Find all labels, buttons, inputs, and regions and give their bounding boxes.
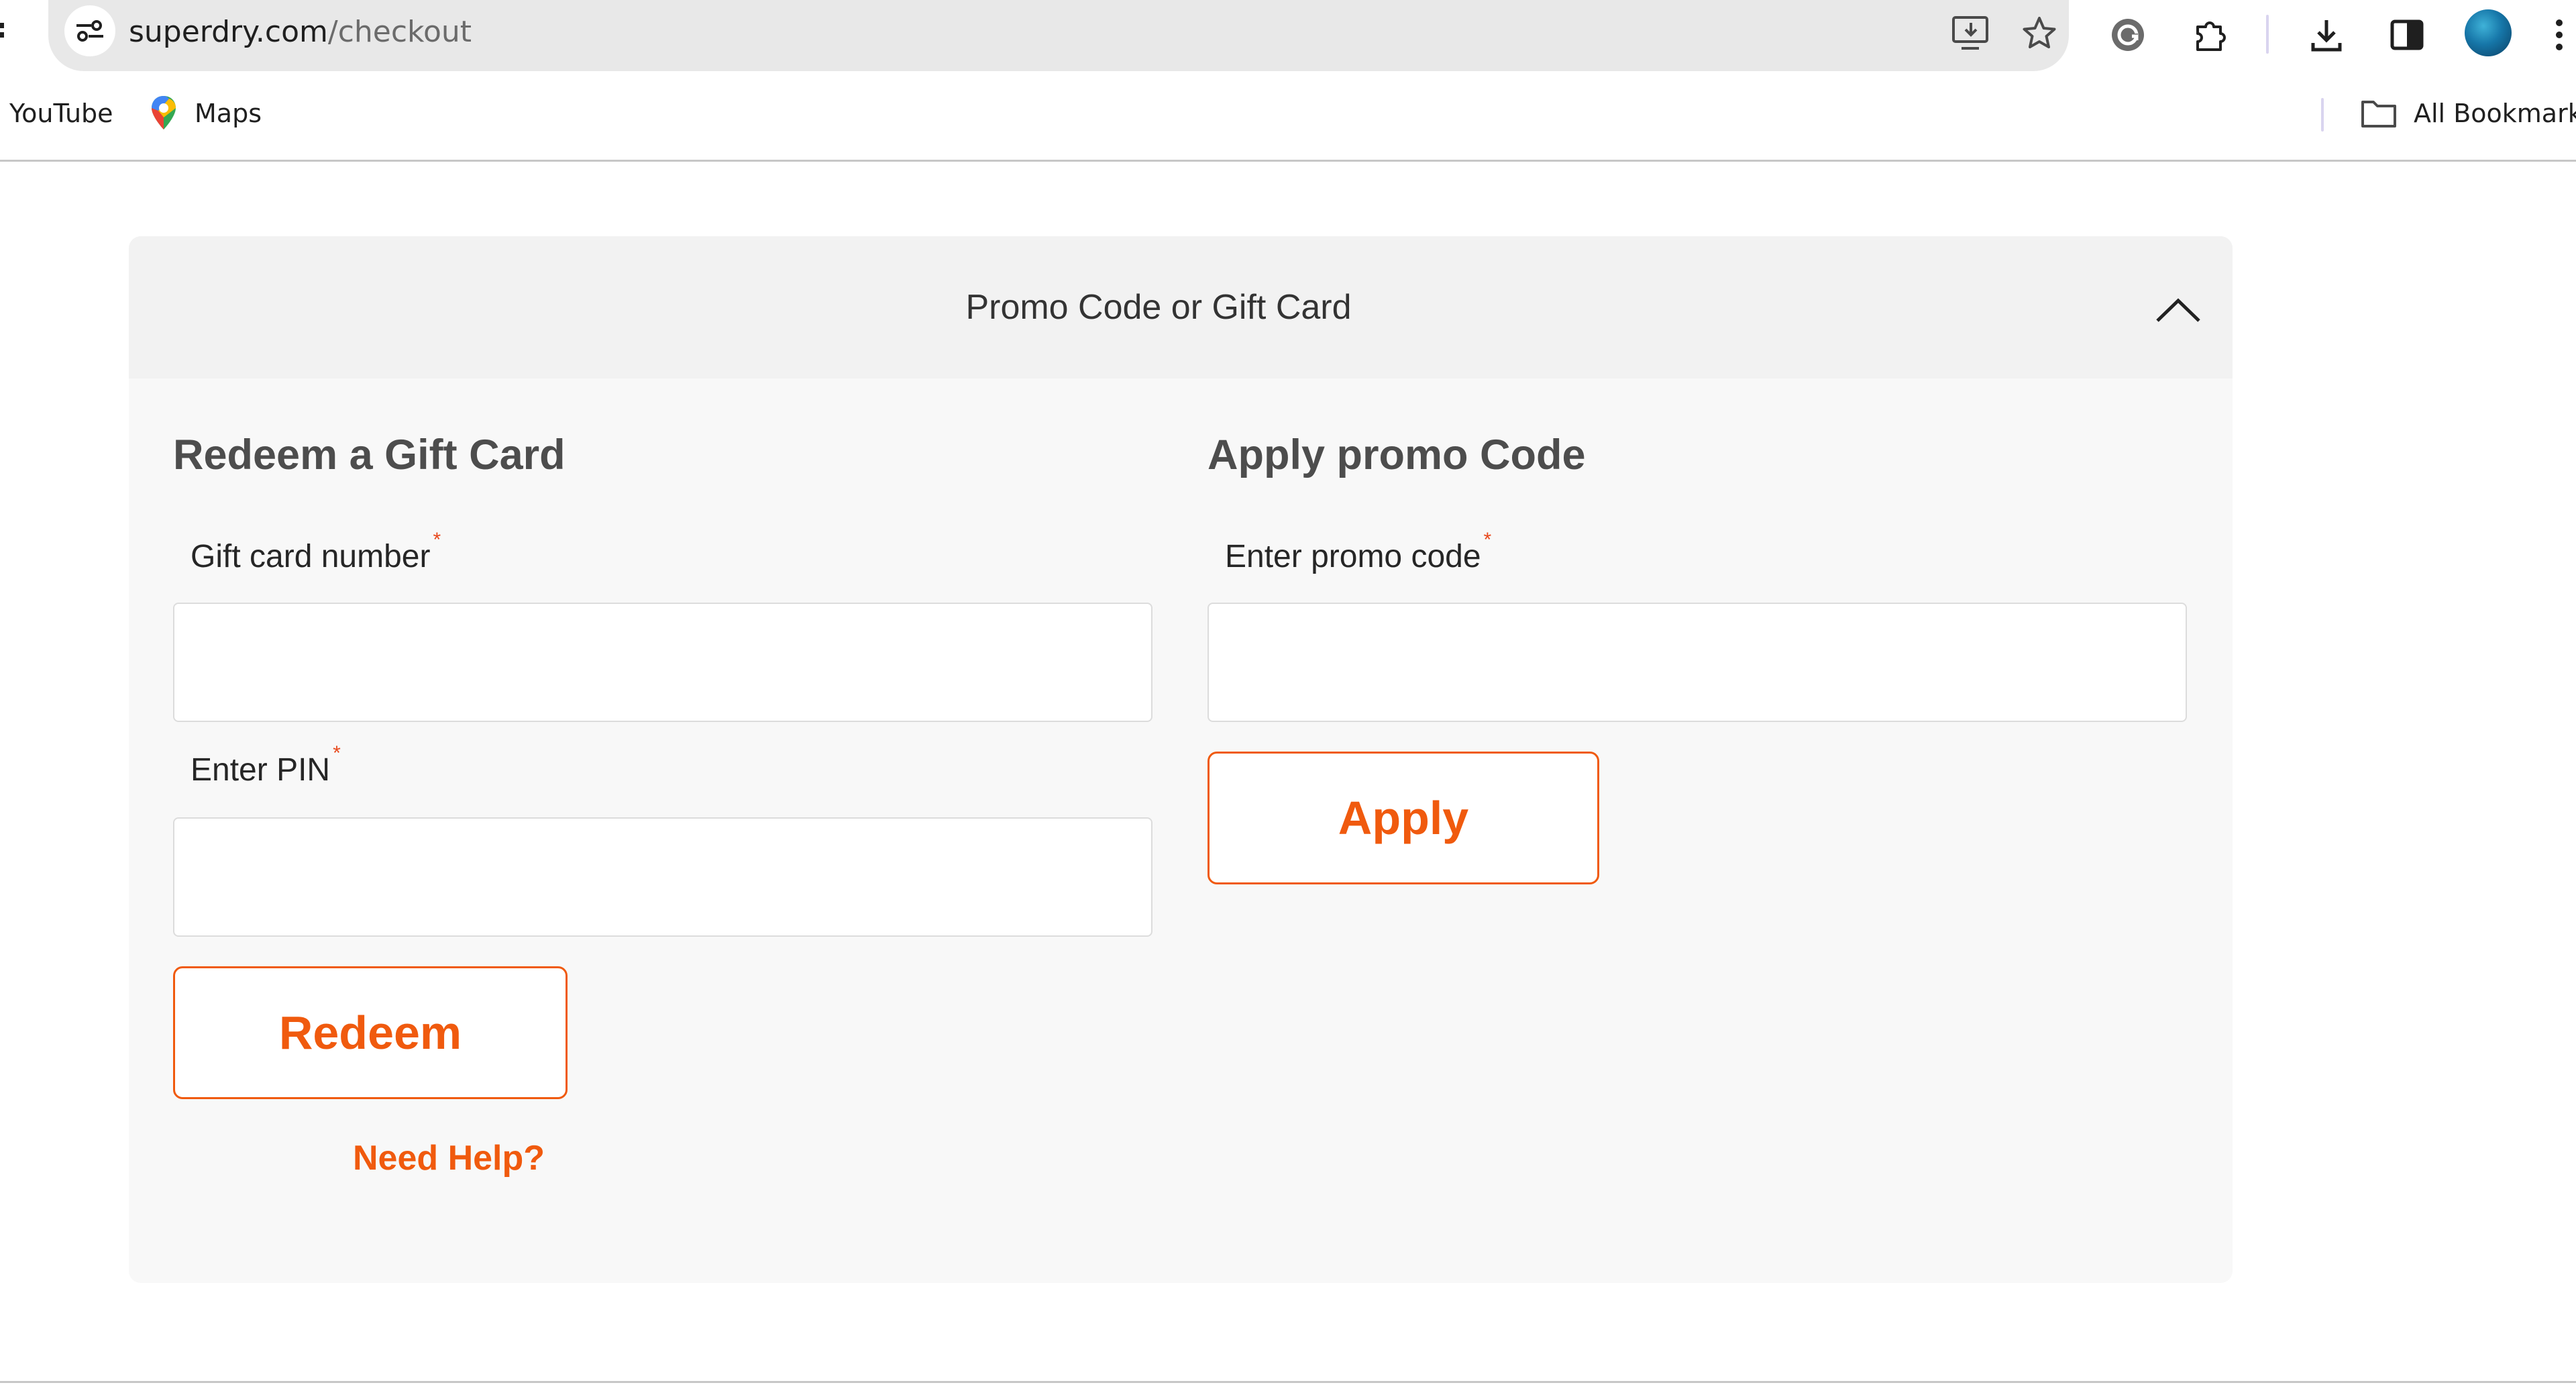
menu-kebab-icon[interactable]: [2542, 9, 2576, 60]
panel-header[interactable]: Promo Code or Gift Card: [129, 236, 2233, 378]
promo-code-label: Enter promo code *: [1225, 529, 1491, 575]
required-asterisk: *: [333, 742, 341, 764]
all-bookmarks-label: All Bookmarks: [2414, 99, 2576, 128]
all-bookmarks[interactable]: All Bookmarks: [2360, 83, 2576, 144]
promo-code-label-text: Enter promo code: [1225, 539, 1481, 574]
url-text[interactable]: superdry.com/checkout: [129, 12, 472, 52]
chevron-up-icon: [2156, 298, 2200, 322]
maps-pin-icon: [152, 96, 176, 130]
url-path: /checkout: [327, 15, 472, 49]
apply-button[interactable]: Apply: [1208, 752, 1599, 884]
tab-edge-icon: [0, 23, 4, 38]
url-host: superdry.com: [129, 15, 328, 49]
download-icon[interactable]: [2301, 9, 2352, 60]
gift-card-number-input[interactable]: [173, 603, 1152, 722]
bookmark-youtube[interactable]: YouTube: [9, 83, 113, 144]
page-bottom-divider: [0, 1381, 2576, 1383]
browser-toolbar: superdry.com/checkout: [0, 0, 2576, 71]
pin-label: Enter PIN *: [191, 742, 341, 788]
panel-title: Promo Code or Gift Card: [965, 288, 1352, 327]
required-asterisk: *: [433, 529, 441, 551]
redeem-button[interactable]: Redeem: [173, 966, 568, 1099]
folder-icon: [2361, 101, 2396, 127]
promo-code-input[interactable]: [1208, 603, 2187, 722]
collapse-button[interactable]: [2141, 282, 2215, 338]
gift-card-number-label-text: Gift card number: [191, 539, 431, 574]
promo-code-heading: Apply promo Code: [1208, 431, 1586, 478]
extensions-icon[interactable]: [2186, 9, 2237, 60]
need-help-link[interactable]: Need Help?: [271, 1138, 627, 1178]
toolbar-divider: [2266, 15, 2269, 54]
address-bar[interactable]: superdry.com/checkout: [48, 0, 2069, 71]
site-settings-icon[interactable]: [64, 5, 115, 56]
chrome-divider: [0, 160, 2576, 162]
pin-input[interactable]: [173, 817, 1152, 937]
bookmark-maps[interactable]: Maps: [149, 83, 262, 144]
grammarly-icon[interactable]: [2102, 9, 2153, 60]
pin-label-text: Enter PIN: [191, 752, 331, 788]
install-app-icon[interactable]: [1947, 9, 1995, 58]
gift-card-number-label: Gift card number *: [191, 529, 441, 575]
profile-avatar[interactable]: [2465, 9, 2512, 56]
bookmark-maps-label: Maps: [195, 99, 262, 128]
bookmarks-bar: YouTube Maps All Bookmarks: [0, 83, 2576, 144]
gift-card-heading: Redeem a Gift Card: [173, 431, 566, 478]
bookmarks-divider: [2321, 98, 2324, 132]
bookmark-youtube-label: YouTube: [9, 99, 113, 128]
star-icon[interactable]: [2015, 9, 2063, 58]
side-panel-icon[interactable]: [2381, 9, 2432, 60]
promo-giftcard-panel: Promo Code or Gift Card Redeem a Gift Ca…: [129, 236, 2233, 1283]
required-asterisk: *: [1483, 529, 1492, 551]
